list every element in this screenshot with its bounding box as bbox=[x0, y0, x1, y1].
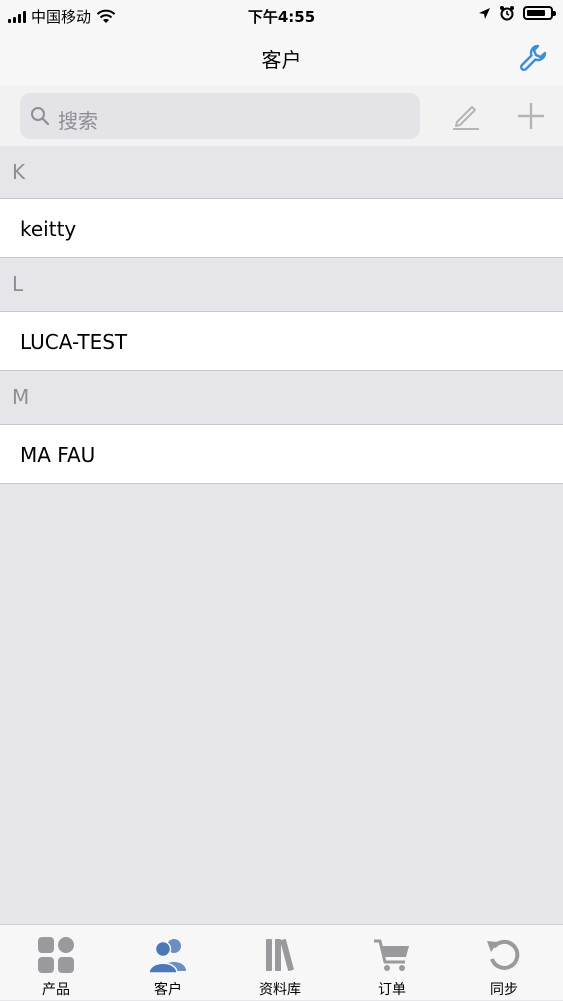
section-header-l: L bbox=[0, 258, 563, 310]
books-icon bbox=[266, 938, 294, 972]
section-header-m: M bbox=[0, 371, 563, 423]
section-header-k: K bbox=[0, 146, 563, 198]
status-right bbox=[478, 5, 556, 21]
section-letter: L bbox=[12, 272, 24, 296]
status-bar: 中国移动 下午4:55 bbox=[0, 0, 563, 30]
edit-pencil-icon[interactable] bbox=[450, 100, 482, 132]
navigation-bar: 客户 bbox=[0, 30, 563, 86]
tab-label: 客户 bbox=[154, 982, 182, 998]
section-letter: M bbox=[12, 385, 30, 409]
tab-library[interactable]: 资料库 bbox=[224, 925, 336, 1001]
location-arrow-icon bbox=[479, 7, 490, 19]
customer-name: MA FAU bbox=[20, 443, 96, 467]
list-item-luca-test[interactable]: LUCA-TEST bbox=[0, 311, 563, 371]
battery-icon bbox=[523, 6, 556, 20]
grid-icon bbox=[38, 937, 74, 973]
tab-label: 同步 bbox=[490, 982, 518, 998]
tab-customers[interactable]: 客户 bbox=[112, 925, 224, 1001]
search-placeholder: 搜索 bbox=[58, 109, 98, 133]
cart-icon bbox=[374, 939, 409, 971]
section-letter: K bbox=[12, 160, 26, 184]
tab-sync[interactable]: 同步 bbox=[448, 925, 560, 1001]
alarm-icon bbox=[500, 6, 514, 21]
tab-label: 资料库 bbox=[259, 982, 301, 998]
wrench-icon[interactable] bbox=[517, 42, 549, 74]
page-title: 客户 bbox=[261, 48, 302, 72]
tab-label: 订单 bbox=[378, 982, 406, 998]
people-icon bbox=[148, 939, 186, 974]
search-icon bbox=[31, 107, 50, 126]
list-item-keitty[interactable]: keitty bbox=[0, 198, 563, 258]
list-item-ma-fau[interactable]: MA FAU bbox=[0, 424, 563, 484]
tab-products[interactable]: 产品 bbox=[0, 925, 112, 1001]
search-toolbar: 搜索 bbox=[0, 86, 563, 146]
tab-bar: 产品 客户 资料库 订单 同步 bbox=[0, 924, 563, 1000]
tab-orders[interactable]: 订单 bbox=[336, 925, 448, 1001]
customer-name: keitty bbox=[20, 217, 77, 241]
add-icon[interactable] bbox=[515, 100, 547, 132]
tab-label: 产品 bbox=[42, 982, 70, 998]
search-input[interactable]: 搜索 bbox=[20, 93, 420, 139]
customer-name: LUCA-TEST bbox=[20, 330, 128, 354]
sync-icon bbox=[487, 939, 520, 970]
